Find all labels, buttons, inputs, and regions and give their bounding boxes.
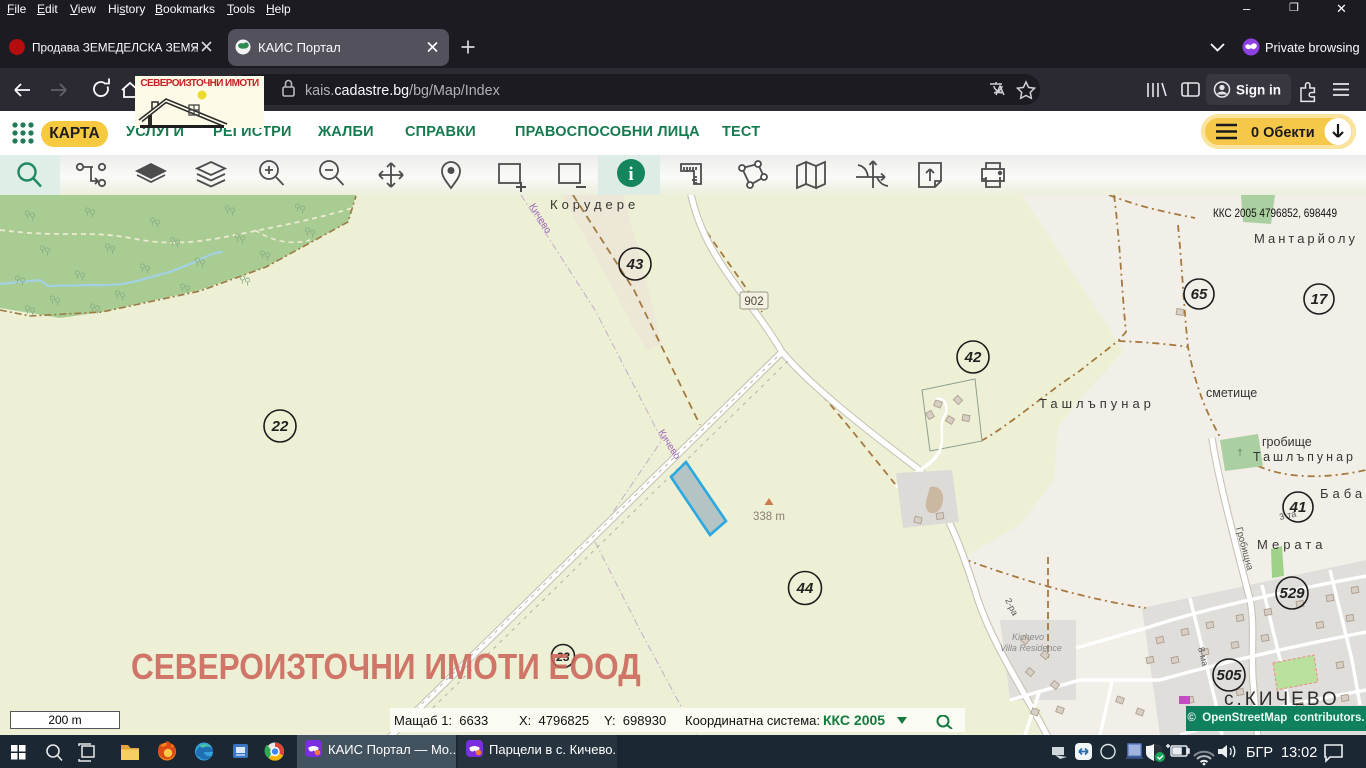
svg-text:529: 529: [1279, 585, 1305, 602]
svg-text:65: 65: [1191, 286, 1208, 303]
svg-text:Private browsing: Private browsing: [1265, 40, 1360, 55]
svg-text:Бабан: Бабан: [1320, 486, 1366, 501]
svg-text:БГР: БГР: [1246, 745, 1273, 761]
svg-text:КАИС Портал: КАИС Портал: [258, 40, 341, 55]
svg-text:Sign in: Sign in: [1236, 83, 1281, 98]
svg-text:42: 42: [964, 349, 982, 366]
svg-text:338 m: 338 m: [753, 511, 785, 523]
svg-text:Продава ЗЕМЕДЕЛСКА ЗЕМЯ: Продава ЗЕМЕДЕЛСКА ЗЕМЯ: [32, 41, 199, 55]
svg-text:i: i: [628, 164, 633, 185]
svg-text:Ташлъпунар: Ташлъпунар: [1253, 450, 1356, 464]
svg-text:0 Обекти: 0 Обекти: [1251, 125, 1315, 141]
svg-text:Villa Residence: Villa Residence: [1000, 643, 1062, 653]
svg-text:ККС 2005 4796852, 698449: ККС 2005 4796852, 698449: [1213, 208, 1337, 220]
svg-text:43: 43: [626, 256, 644, 273]
svg-text:Мантарйолу: Мантарйолу: [1254, 231, 1358, 246]
svg-text:17: 17: [1311, 291, 1328, 308]
svg-text:Ташлъпунар: Ташлъпунар: [1039, 396, 1155, 411]
svg-text:сметище: сметище: [1206, 386, 1257, 400]
svg-text:†: †: [1237, 448, 1243, 459]
svg-text:Kichevo: Kichevo: [1012, 632, 1044, 642]
svg-text:kais.cadastre.bg/bg/Map/Index: kais.cadastre.bg/bg/Map/Index: [305, 83, 500, 99]
svg-text:гробище: гробище: [1262, 435, 1312, 449]
svg-text:902: 902: [744, 296, 763, 308]
svg-text:13:02: 13:02: [1281, 745, 1317, 761]
svg-text:22: 22: [271, 418, 289, 435]
svg-text:505: 505: [1216, 667, 1242, 684]
svg-text:Корудере: Корудере: [550, 197, 639, 212]
svg-text:Мерата: Мерата: [1257, 537, 1326, 552]
svg-text:в: в: [193, 44, 198, 55]
svg-text:44: 44: [796, 580, 814, 597]
